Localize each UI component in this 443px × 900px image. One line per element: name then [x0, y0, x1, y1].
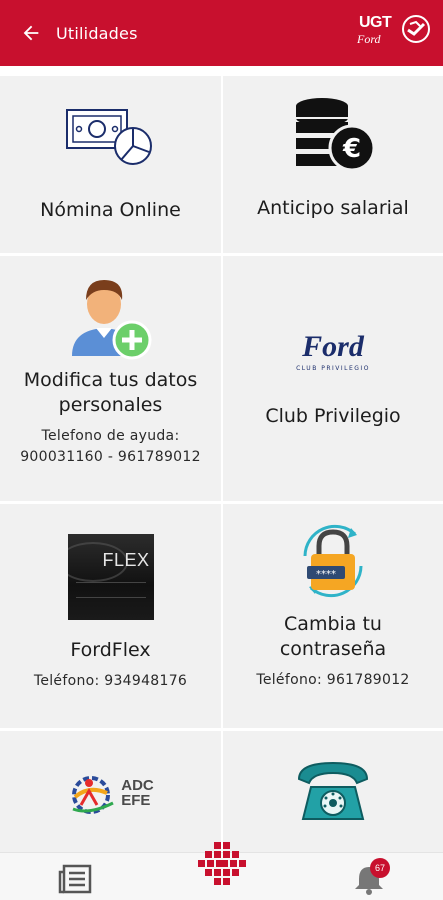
adc-efe-emblem-icon — [72, 776, 114, 814]
ford-club-logo-word: Ford — [302, 330, 364, 363]
svg-text:****: **** — [316, 569, 336, 580]
payslip-chart-icon — [65, 109, 152, 165]
arrow-left-icon — [23, 25, 39, 41]
app-bar: Utilidades UGT Ford — [0, 0, 443, 66]
tile-cambia-contrasena[interactable]: **** Cambia tu contraseña Teléfono: 9617… — [223, 504, 443, 728]
adc-efe-logo: ADC EFE — [67, 771, 154, 815]
tile-modifica-datos[interactable]: Modifica tus datos personales Telefono d… — [0, 256, 221, 501]
tile-datos-help-label: Telefono de ayuda: — [41, 428, 180, 444]
tile-anticipo-salarial[interactable]: € Anticipo salarial — [223, 76, 443, 253]
fordflex-logo-text: FLEX — [102, 550, 150, 570]
tile-fordflex-phone: Teléfono: 934948176 — [33, 673, 188, 689]
tile-club-privilegio[interactable]: Ford CLUB PRIVILEGIO Club Privilegio — [223, 256, 443, 501]
fordflex-logo-lines — [75, 582, 146, 598]
padlock-icon: **** — [303, 524, 363, 598]
ugt-ford-logo: UGT Ford — [357, 12, 431, 54]
notification-badge: 67 — [370, 858, 390, 878]
ugt-grid-logo-icon[interactable] — [196, 840, 248, 892]
page-title: Utilidades — [56, 23, 138, 43]
coins-euro-icon: € — [296, 98, 376, 172]
tile-anticipo-title: Anticipo salarial — [257, 197, 409, 219]
adc-logo-line1: ADC — [121, 777, 154, 794]
tile-datos-title-line2: personales — [58, 394, 163, 416]
tile-adc-efe[interactable]: ADC EFE — [0, 731, 221, 852]
tile-nomina-online[interactable]: Nómina Online — [0, 76, 221, 253]
brand-ugt-text: UGT — [359, 14, 392, 31]
tile-password-title-line1: Cambia tu — [284, 613, 382, 635]
tile-fordflex[interactable]: FLEX FordFlex Teléfono: 934948176 — [0, 504, 221, 728]
ugt-seal-icon — [402, 15, 430, 43]
ford-club-logo-sub: CLUB PRIVILEGIO — [296, 365, 370, 372]
tile-fordflex-title: FordFlex — [70, 639, 151, 661]
tile-club-title: Club Privilegio — [265, 405, 401, 427]
fordflex-logo: FLEX — [67, 534, 154, 620]
ford-club-logo: Ford CLUB PRIVILEGIO — [296, 330, 370, 373]
adc-logo-line2: EFE — [121, 792, 151, 809]
news-icon[interactable] — [58, 864, 92, 894]
svg-text:€: € — [342, 134, 361, 164]
tile-datos-help-phones: 900031160 - 961789012 — [20, 449, 201, 465]
vintage-telephone-icon — [297, 761, 369, 820]
tile-password-phone: Teléfono: 961789012 — [256, 672, 410, 688]
tile-nomina-title: Nómina Online — [40, 199, 181, 221]
user-add-icon — [71, 280, 151, 360]
tile-telefono[interactable] — [223, 731, 443, 852]
tile-password-title-line2: contraseña — [279, 638, 387, 660]
tile-datos-title-line1: Modifica tus datos — [23, 369, 198, 391]
back-button[interactable] — [16, 18, 46, 48]
brand-ford-text: Ford — [357, 32, 381, 46]
